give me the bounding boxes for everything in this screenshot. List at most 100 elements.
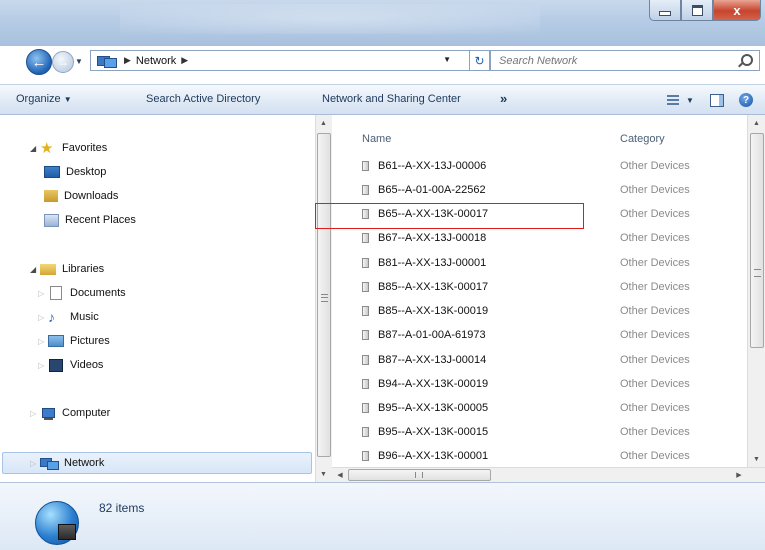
item-count: 82 items [99,501,145,515]
preview-pane-icon[interactable] [710,94,724,107]
breadcrumb-network[interactable]: Network [136,55,176,67]
scroll-right-icon[interactable]: ▶ [732,468,746,482]
list-item[interactable]: B67--A-XX-13J-00018 Other Devices [332,228,747,250]
list-item[interactable]: B94--A-XX-13K-00019 Other Devices [332,374,747,396]
item-category: Other Devices [620,281,690,293]
organize-button[interactable]: Organize ▼ [16,93,72,105]
music-icon: ♪ [48,308,55,325]
nav-label: Pictures [70,335,110,347]
list-item[interactable]: B87--A-XX-13J-00014 Other Devices [332,350,747,372]
device-icon [362,330,369,340]
nav-item-desktop[interactable]: Desktop [44,164,106,180]
nav-item-network[interactable]: ▷ Network [30,455,104,471]
scroll-left-icon[interactable]: ◀ [333,468,347,482]
breadcrumb-separator-icon[interactable]: ▶ [124,55,131,66]
collapsed-icon[interactable]: ▷ [38,337,48,346]
network-sharing-center-button[interactable]: Network and Sharing Center [322,93,461,105]
view-options-dropdown-icon[interactable]: ▼ [686,96,694,105]
list-item[interactable]: B81--A-XX-13J-00001 Other Devices [332,253,747,275]
search-icon[interactable] [741,54,753,66]
star-icon: ★ [40,139,54,157]
item-category: Other Devices [620,160,690,172]
nav-label: Downloads [64,190,119,202]
list-item[interactable]: B65--A-01-00A-22562 Other Devices [332,180,747,202]
close-button[interactable]: x [713,0,761,21]
minimize-button[interactable] [649,0,681,21]
libraries-icon [40,263,56,275]
search-active-directory-button[interactable]: Search Active Directory [146,93,260,105]
address-bar[interactable]: ▶ Network ▶ ▼ [90,50,470,71]
nav-item-documents[interactable]: ▷ Documents [38,285,126,301]
list-item[interactable]: B85--A-XX-13K-00019 Other Devices [332,301,747,323]
column-header-name[interactable]: Name [362,133,391,145]
column-header-category[interactable]: Category [620,133,665,145]
nav-item-downloads[interactable]: Downloads [44,188,118,204]
documents-icon [50,286,62,300]
grip-icon [321,294,328,302]
horizontal-scrollbar-thumb[interactable] [348,469,491,481]
nav-label: Computer [62,407,111,419]
breadcrumb-separator-icon[interactable]: ▶ [181,55,188,66]
scrollbar-thumb[interactable] [750,133,764,348]
item-category: Other Devices [620,354,690,366]
grip-icon [754,269,761,277]
nav-item-pictures[interactable]: ▷ Pictures [38,333,110,349]
collapsed-icon[interactable]: ▷ [30,459,40,468]
list-item[interactable]: B95--A-XX-13K-00005 Other Devices [332,398,747,420]
grip-icon [415,472,423,478]
scroll-down-icon[interactable]: ▼ [316,466,331,482]
address-dropdown-icon[interactable]: ▼ [443,55,451,64]
scroll-down-icon[interactable]: ▼ [749,451,764,467]
list-item[interactable]: B95--A-XX-13K-00015 Other Devices [332,422,747,444]
refresh-button[interactable]: ↻ [470,50,490,71]
change-view-icon[interactable] [667,95,679,105]
horizontal-scrollbar[interactable]: ◀ ▶ [332,467,765,482]
navigation-scrollbar[interactable]: ▲ ▼ [315,115,332,482]
nav-item-libraries[interactable]: ◢ Libraries [30,261,104,277]
list-item[interactable]: B61--A-XX-13J-00006 Other Devices [332,156,747,178]
list-item[interactable]: B85--A-XX-13K-00017 Other Devices [332,277,747,299]
help-icon[interactable]: ? [739,93,753,107]
highlight-box [315,203,584,229]
nav-item-computer[interactable]: ▷ Computer [30,405,110,421]
downloads-icon [44,190,58,202]
collapsed-icon[interactable]: ▷ [38,289,48,298]
item-category: Other Devices [620,450,690,462]
maximize-button[interactable] [681,0,713,21]
command-bar: Organize ▼ Search Active Directory Netwo… [0,84,765,115]
nav-item-recent-places[interactable]: Recent Places [44,212,136,228]
desktop-icon [44,166,60,178]
nav-item-music[interactable]: ▷ ♪ Music [38,309,99,325]
item-category: Other Devices [620,184,690,196]
file-list: Name Category B61--A-XX-13J-00006 Other D… [332,115,747,467]
collapsed-icon[interactable]: ▷ [38,361,48,370]
back-button[interactable]: ← [26,49,52,75]
organize-label: Organize [16,93,61,105]
list-item[interactable]: B96--A-XX-13K-00001 Other Devices [332,446,747,468]
network-icon [40,457,59,470]
expanded-icon[interactable]: ◢ [30,265,40,274]
search-input[interactable] [497,53,701,68]
collapsed-icon[interactable]: ▷ [30,409,40,418]
more-commands-button[interactable]: » [500,91,507,106]
forward-button[interactable]: → [52,51,74,73]
scroll-up-icon[interactable]: ▲ [749,115,764,131]
minimize-icon [659,10,671,16]
search-box[interactable] [490,50,760,71]
collapsed-icon[interactable]: ▷ [38,313,48,322]
nav-item-videos[interactable]: ▷ Videos [38,357,103,373]
file-list-scrollbar[interactable]: ▲ ▼ [747,115,765,467]
list-item[interactable]: B87--A-01-00A-61973 Other Devices [332,325,747,347]
scrollbar-thumb[interactable] [317,133,331,457]
recent-pages-dropdown-icon[interactable]: ▼ [75,57,83,66]
videos-icon [49,358,63,372]
forward-arrow-icon: → [57,55,69,69]
nav-item-favorites[interactable]: ◢ ★ Favorites [30,140,107,156]
device-icon [362,258,369,268]
device-icon [362,451,369,461]
maximize-icon [691,4,703,16]
scroll-up-icon[interactable]: ▲ [316,115,331,131]
nav-label: Recent Places [65,214,136,226]
expanded-icon[interactable]: ◢ [30,144,40,153]
recent-places-icon [44,213,59,227]
